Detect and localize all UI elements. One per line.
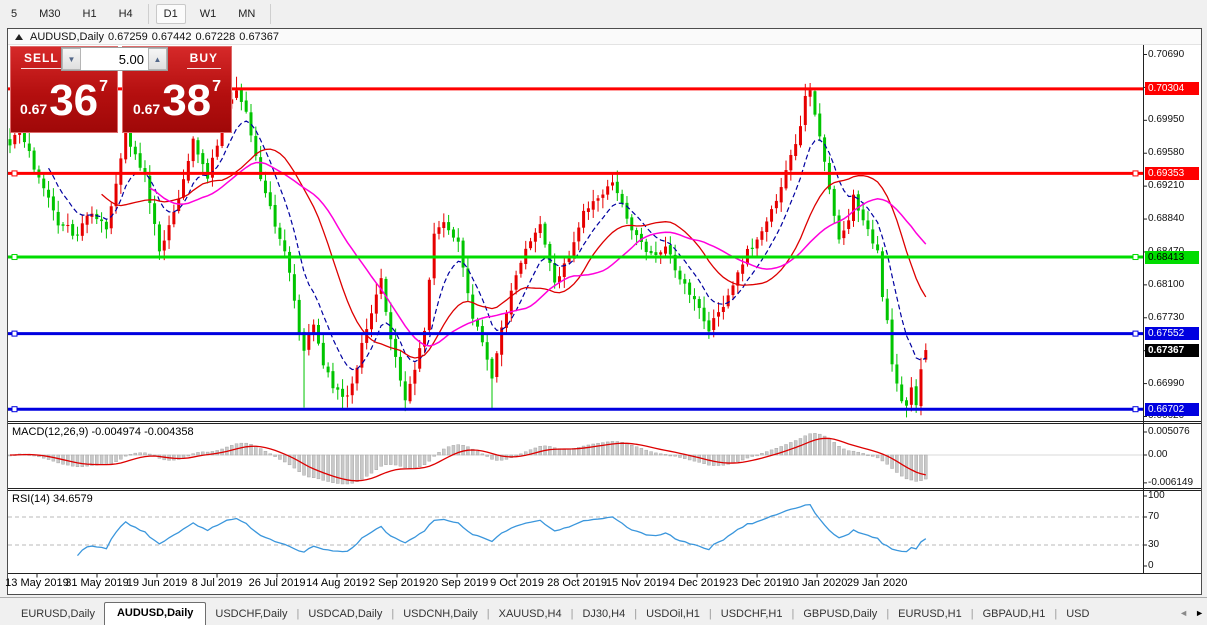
timeframe-button-mn[interactable]: MN xyxy=(230,4,263,24)
chart-tab-usdchf-daily[interactable]: USDCHF,Daily xyxy=(206,604,296,625)
chart-tab-eurusd-h1[interactable]: EURUSD,H1 xyxy=(889,604,971,625)
up-arrow-icon: ▲ xyxy=(154,55,162,64)
chart-tab-bar: EURUSD,DailyAUDUSD,DailyUSDCHF,Daily|USD… xyxy=(0,597,1207,625)
chart-tab-usdcnh-daily[interactable]: USDCNH,Daily xyxy=(394,604,487,625)
metatrader-terminal: { "toolbar": { "timeframes": ["5","M30",… xyxy=(0,0,1207,624)
toolbar-separator xyxy=(148,4,149,24)
timeframe-toolbar: 5 M30 H1 H4 D1 W1MN xyxy=(0,0,1207,27)
ohlc-close: 0.67367 xyxy=(239,31,279,43)
ohlc-low: 0.67228 xyxy=(196,31,236,43)
chart-tab-usdoil-h1[interactable]: USDOil,H1 xyxy=(637,604,709,625)
chart-tab-usdcad-daily[interactable]: USDCAD,Daily xyxy=(299,604,391,625)
buy-button[interactable]: BUY xyxy=(187,49,221,69)
timeframe-button-5[interactable]: 5 xyxy=(3,4,25,24)
chart-symbol: AUDUSD,Daily xyxy=(30,31,104,43)
timeframe-button-d1[interactable]: D1 xyxy=(156,4,186,24)
chart-tab-eurusd-daily[interactable]: EURUSD,Daily xyxy=(12,604,104,625)
chart-tab-xauusd-h4[interactable]: XAUUSD,H4 xyxy=(490,604,571,625)
tab-scroll-left-icon[interactable]: ◄ xyxy=(1179,608,1188,618)
chart-title-bar[interactable]: AUDUSD,Daily 0.67259 0.67442 0.67228 0.6… xyxy=(8,29,1201,45)
volume-spinner: ▼ ▲ xyxy=(61,47,168,71)
chart-tab-usdchf-h1[interactable]: USDCHF,H1 xyxy=(712,604,792,625)
timeframe-button-w1[interactable]: W1 xyxy=(192,4,225,24)
chart-tab-audusd-daily[interactable]: AUDUSD,Daily xyxy=(104,602,206,625)
tab-scroll-right-icon[interactable]: ► xyxy=(1195,608,1204,618)
collapse-triangle-icon xyxy=(15,34,23,40)
chart-tab-dj30-h4[interactable]: DJ30,H4 xyxy=(573,604,634,625)
toolbar-separator xyxy=(270,4,271,24)
volume-increase-button[interactable]: ▲ xyxy=(148,48,167,70)
buy-price: 0.67387 xyxy=(123,71,231,123)
timeframe-button-m30[interactable]: M30 xyxy=(31,4,68,24)
ohlc-open: 0.67259 xyxy=(108,31,148,43)
volume-decrease-button[interactable]: ▼ xyxy=(62,48,81,70)
volume-input[interactable] xyxy=(81,48,148,70)
sell-price: 0.67367 xyxy=(11,71,117,123)
chart-tab-usd[interactable]: USD xyxy=(1057,604,1098,625)
tab-scroll-buttons: ◄ ► xyxy=(1179,608,1204,618)
sell-button[interactable]: SELL xyxy=(21,49,62,69)
chart-tab-gbpaud-h1[interactable]: GBPAUD,H1 xyxy=(974,604,1055,625)
chart-tab-gbpusd-daily[interactable]: GBPUSD,Daily xyxy=(794,604,886,625)
one-click-trading-panel: SELL 0.67367 BUY 0.67387 ▼ ▲ xyxy=(10,46,232,133)
timeframe-button-h4[interactable]: H4 xyxy=(111,4,141,24)
timeframe-button-h1[interactable]: H1 xyxy=(75,4,105,24)
down-arrow-icon: ▼ xyxy=(68,55,76,64)
ohlc-high: 0.67442 xyxy=(152,31,192,43)
